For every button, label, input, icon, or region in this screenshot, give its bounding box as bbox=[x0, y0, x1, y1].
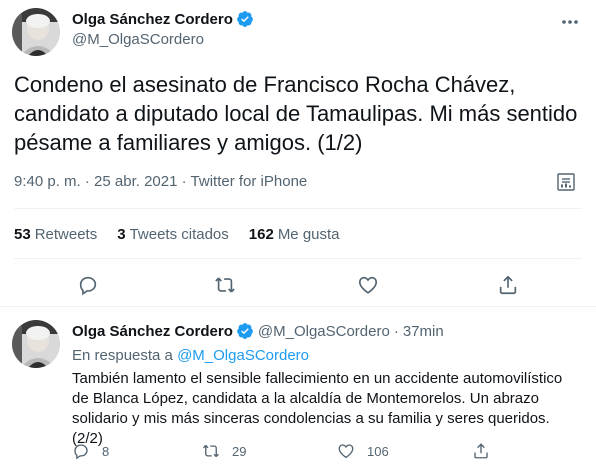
divider bbox=[14, 258, 582, 259]
meta-separator: · bbox=[84, 173, 90, 190]
author-handle[interactable]: @M_OlgaSCordero bbox=[72, 31, 204, 48]
heart-icon bbox=[358, 276, 378, 294]
share-icon bbox=[499, 275, 517, 295]
stat-retweets-label: Retweets bbox=[34, 226, 98, 243]
heart-icon bbox=[338, 444, 354, 459]
retweet-button[interactable] bbox=[214, 274, 236, 296]
share-button[interactable] bbox=[497, 274, 519, 296]
reply-header: Olga Sánchez Cordero @M_OlgaSCordero · 3… bbox=[72, 322, 444, 340]
tweet-source[interactable]: Twitter for iPhone bbox=[191, 173, 308, 190]
meta-separator: · bbox=[181, 173, 187, 190]
avatar[interactable] bbox=[12, 8, 60, 56]
main-tweet: Olga Sánchez Cordero @M_OlgaSCordero Con… bbox=[0, 0, 596, 306]
verified-badge-icon bbox=[236, 323, 253, 339]
reply-tweet[interactable]: Olga Sánchez Cordero @M_OlgaSCordero · 3… bbox=[0, 312, 596, 466]
stat-quotes[interactable]: 3 Tweets citados bbox=[117, 226, 229, 243]
in-reply-mention[interactable]: @M_OlgaSCordero bbox=[177, 347, 309, 364]
retweet-count: 29 bbox=[232, 443, 247, 459]
author-name[interactable]: Olga Sánchez Cordero bbox=[72, 10, 254, 28]
avatar-image bbox=[12, 320, 60, 368]
tweet-text: Condeno el asesinato de Francisco Rocha … bbox=[14, 72, 578, 155]
retweet-icon bbox=[203, 444, 219, 458]
avatar[interactable] bbox=[12, 320, 60, 368]
tweet-time-ago[interactable]: 37min bbox=[403, 323, 444, 340]
tweet-meta: 9:40 p. m. · 25 abr. 2021 · Twitter for … bbox=[14, 173, 307, 190]
more-icon bbox=[562, 20, 578, 24]
more-button[interactable] bbox=[558, 10, 582, 34]
reply-button[interactable]: 8 bbox=[72, 442, 109, 460]
tweet-time[interactable]: 9:40 p. m. bbox=[14, 173, 81, 190]
reply-tweet-actions: 8 29 106 bbox=[72, 442, 572, 462]
verified-badge-icon bbox=[236, 11, 253, 27]
stat-likes-count: 162 bbox=[248, 226, 274, 243]
stat-likes[interactable]: 162 Me gusta bbox=[249, 226, 340, 243]
stat-retweets[interactable]: 53 Retweets bbox=[14, 226, 97, 243]
author-name-text: Olga Sánchez Cordero bbox=[72, 10, 233, 28]
tweet-text: También lamento el sensible fallecimient… bbox=[72, 370, 563, 447]
analytics-icon[interactable] bbox=[557, 173, 575, 191]
in-reply-to: En respuesta a @M_OlgaSCordero bbox=[72, 347, 309, 364]
reply-icon bbox=[79, 276, 97, 296]
like-count: 106 bbox=[367, 443, 389, 459]
header-separator: · bbox=[393, 322, 399, 340]
share-button[interactable] bbox=[472, 442, 502, 460]
retweet-icon bbox=[215, 277, 235, 293]
reply-button[interactable] bbox=[77, 274, 99, 296]
reply-count: 8 bbox=[102, 443, 110, 459]
retweet-button[interactable]: 29 bbox=[202, 442, 246, 460]
tweet-actions bbox=[0, 270, 596, 300]
reply-icon bbox=[74, 444, 88, 460]
divider bbox=[14, 208, 582, 209]
like-button[interactable] bbox=[357, 274, 379, 296]
author-name[interactable]: Olga Sánchez Cordero bbox=[72, 323, 233, 340]
stat-quotes-label: Tweets citados bbox=[129, 226, 229, 243]
stat-likes-label: Me gusta bbox=[277, 226, 340, 243]
author-handle[interactable]: @M_OlgaSCordero bbox=[258, 323, 390, 340]
avatar-image bbox=[12, 8, 60, 56]
stat-quotes-count: 3 bbox=[117, 226, 126, 243]
in-reply-prefix: En respuesta a bbox=[72, 347, 173, 364]
share-icon bbox=[474, 443, 488, 459]
stat-retweets-count: 53 bbox=[14, 226, 31, 243]
tweet-stats: 53 Retweets 3 Tweets citados 162 Me gust… bbox=[14, 226, 360, 243]
like-button[interactable]: 106 bbox=[337, 442, 389, 460]
divider bbox=[0, 306, 596, 307]
tweet-date[interactable]: 25 abr. 2021 bbox=[94, 173, 177, 190]
